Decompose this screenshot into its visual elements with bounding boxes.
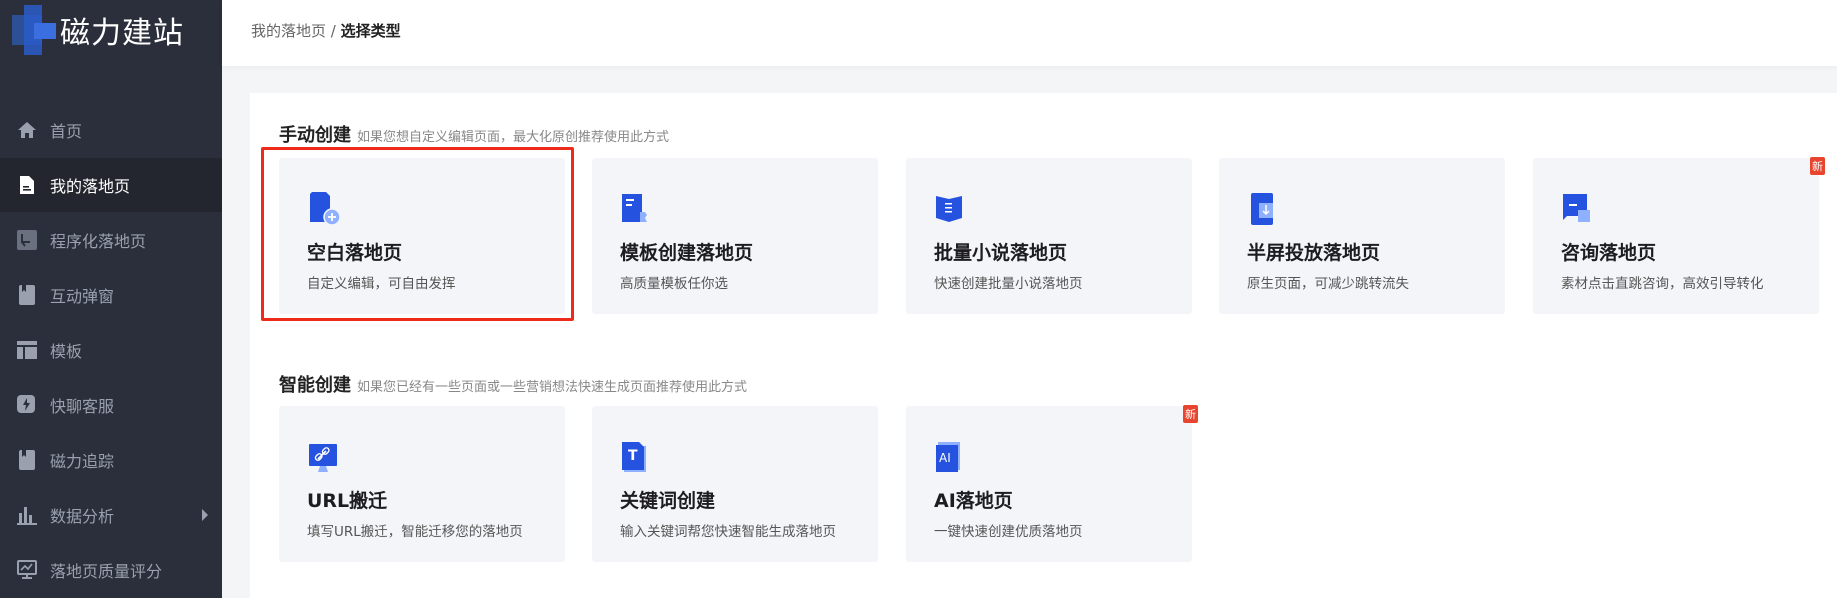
card-title: 空白落地页 [307,242,403,264]
section-title: 手动创建 [279,125,351,146]
sidebar-item-label: 模板 [50,342,83,361]
card-title: 关键词创建 [620,490,716,512]
card-desc: 素材点击直跳咨询，高效引导转化 [1561,276,1764,292]
blank-page-plus-icon [307,192,341,226]
breadcrumb-separator: / [330,22,336,40]
sidebar-item-label: 磁力追踪 [50,452,115,471]
section-title-smart: 智能创建 如果您已经有一些页面或一些营销想法快速生成页面推荐使用此方式 [279,371,747,397]
section-subtitle: 如果您已经有一些页面或一些营销想法快速生成页面推荐使用此方式 [357,380,748,395]
new-badge: 新 [1183,405,1198,423]
phone-download-icon [1247,192,1279,226]
sidebar-item-chat-service[interactable]: 快聊客服 [0,378,222,432]
sidebar-item-label: 我的落地页 [50,177,131,196]
breadcrumb-parent[interactable]: 我的落地页 [251,22,326,40]
breadcrumb: 我的落地页 / 选择类型 [251,20,401,41]
card-desc: 快速创建批量小说落地页 [934,276,1083,292]
sidebar-item-label: 快聊客服 [50,397,115,416]
icon-letter: AI [939,451,951,465]
template-icon [620,192,652,226]
section-subtitle: 如果您想自定义编辑页面，最大化原创推荐使用此方式 [357,130,670,145]
ai-icon: AI [934,440,966,474]
brand-name: 磁力建站 [60,16,184,51]
card-desc: 高质量模板任你选 [620,276,728,292]
card-title: 模板创建落地页 [620,242,754,264]
sidebar-item-analytics[interactable]: 数据分析 [0,488,222,542]
sidebar-item-home[interactable]: 首页 [0,103,222,157]
sidebar-item-label: 首页 [50,122,83,141]
card-keyword[interactable]: T 关键词创建 输入关键词帮您快速智能生成落地页 [592,406,878,562]
new-badge: 新 [1810,157,1825,175]
bookmark-icon [16,449,38,471]
card-desc: 自定义编辑，可自由发挥 [307,276,456,292]
sidebar-item-label: 互动弹窗 [50,287,115,306]
section-title-manual: 手动创建 如果您想自定义编辑页面，最大化原创推荐使用此方式 [279,121,669,147]
card-desc: 输入关键词帮您快速智能生成落地页 [620,524,836,540]
sidebar-item-programmatic[interactable]: 程序化落地页 [0,213,222,267]
card-ai-page[interactable]: AI AI落地页 一键快速创建优质落地页 新 [906,405,1198,562]
bookmark-icon [16,284,38,306]
card-title: 批量小说落地页 [934,242,1068,264]
breadcrumb-current: 选择类型 [340,22,401,40]
card-title: 咨询落地页 [1561,242,1657,264]
chevron-right-icon [202,509,208,521]
header: 我的落地页 / 选择类型 [222,0,1837,66]
monitor-icon [16,559,38,581]
card-desc: 一键快速创建优质落地页 [934,524,1083,540]
card-consult[interactable]: 咨询落地页 素材点击直跳咨询，高效引导转化 新 [1533,157,1825,314]
layout-icon [16,339,38,361]
document-icon [16,174,38,196]
sidebar-item-label: 数据分析 [50,507,115,526]
book-icon [934,192,966,226]
card-url-migrate[interactable]: URL搬迁 填写URL搬迁，智能迁移您的落地页 [279,406,565,562]
sidebar-item-quality-score[interactable]: 落地页质量评分 [0,543,222,597]
sidebar-item-templates[interactable]: 模板 [0,323,222,377]
sidebar-item-tracking[interactable]: 磁力追踪 [0,433,222,487]
link-monitor-icon [307,440,339,474]
card-desc: 填写URL搬迁，智能迁移您的落地页 [307,524,523,540]
bar-chart-icon [16,504,38,526]
lightning-chat-icon [16,394,38,416]
home-icon [16,119,38,141]
card-template[interactable]: 模板创建落地页 高质量模板任你选 [592,158,878,314]
card-desc: 原生页面，可减少跳转流失 [1247,276,1409,292]
card-title: URL搬迁 [307,490,388,512]
sidebar-item-label: 程序化落地页 [50,232,147,251]
sidebar-item-my-pages[interactable]: 我的落地页 [0,158,222,212]
card-title: AI落地页 [934,490,1013,512]
text-doc-icon: T [620,440,652,474]
card-title: 半屏投放落地页 [1247,242,1381,264]
sidebar: 磁力建站 首页 我的落地页 程序化落地页 互动弹窗 模板 快聊客服 磁力追踪 数… [0,0,222,598]
card-batch-novel[interactable]: 批量小说落地页 快速创建批量小说落地页 [906,158,1192,314]
section-title: 智能创建 [279,375,351,396]
logo-icon [12,5,56,55]
card-half-screen[interactable]: 半屏投放落地页 原生页面，可减少跳转流失 [1219,158,1505,314]
sidebar-item-popup[interactable]: 互动弹窗 [0,268,222,322]
chat-icon [1561,192,1593,226]
sidebar-item-label: 落地页质量评分 [50,562,163,581]
card-blank-page[interactable]: 空白落地页 自定义编辑，可自由发挥 [279,158,565,314]
icon-letter: T [628,448,638,464]
flow-icon [16,229,38,251]
